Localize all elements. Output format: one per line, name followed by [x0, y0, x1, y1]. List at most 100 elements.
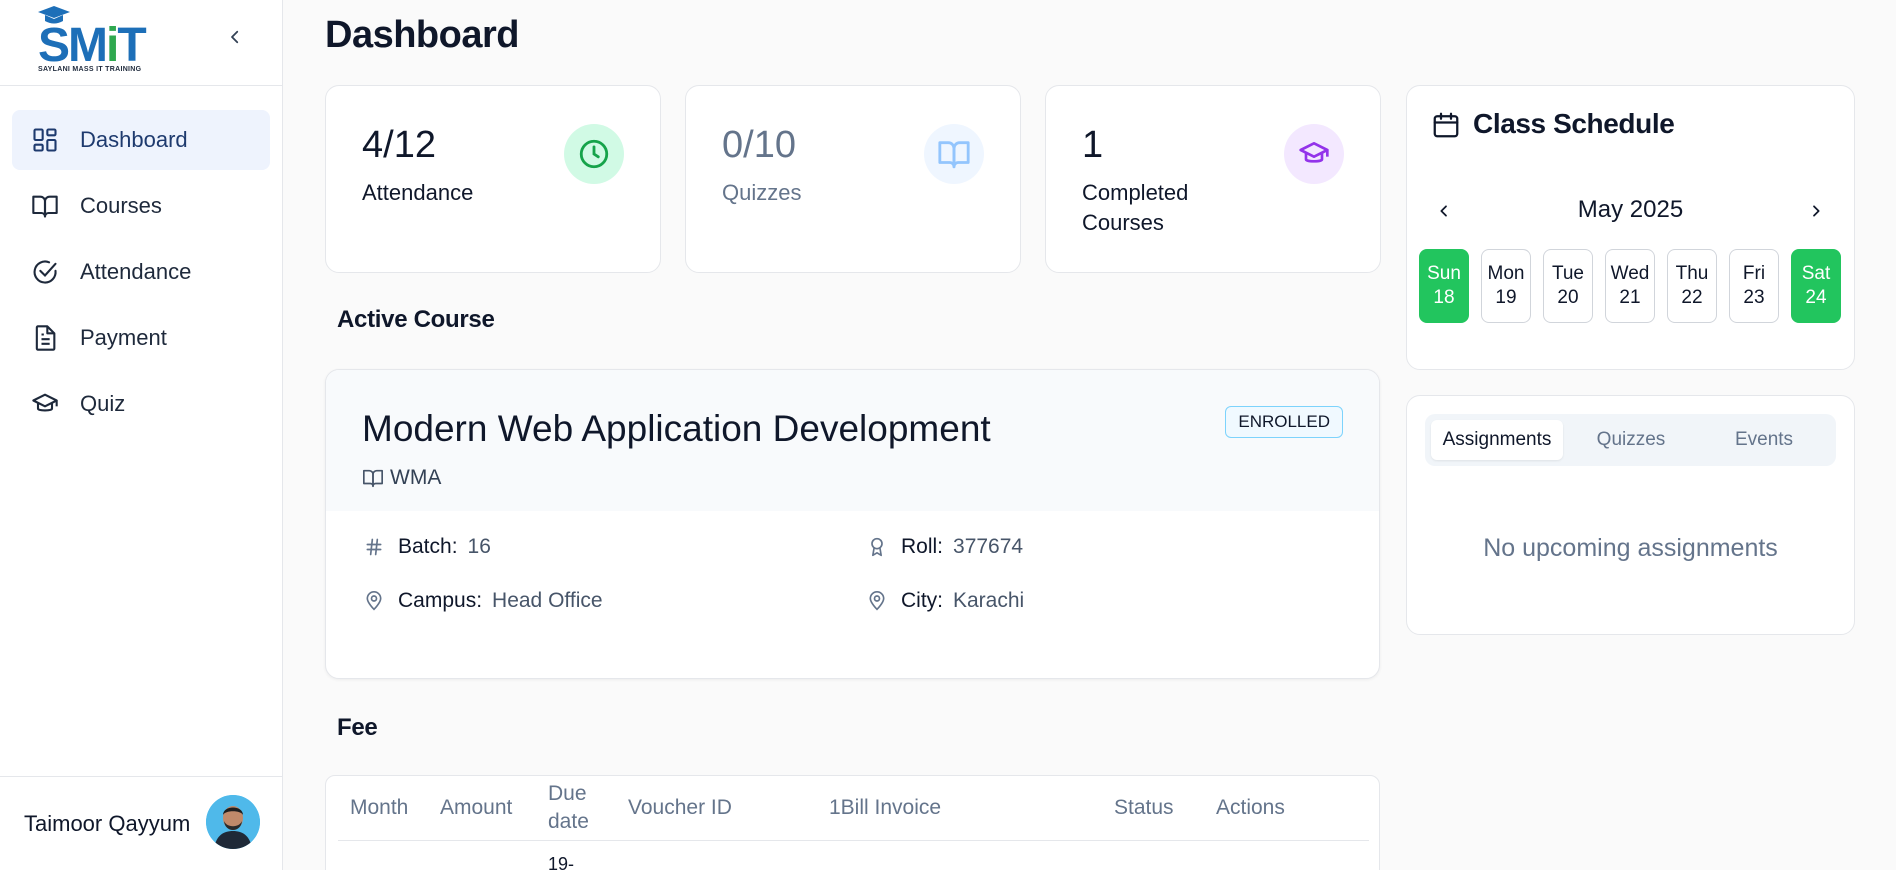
fee-table: Month Amount Due date Voucher ID 1Bill I… — [325, 775, 1380, 870]
day-fri[interactable]: Fri 23 — [1729, 249, 1779, 323]
map-pin-icon — [865, 590, 889, 612]
campus-info: Campus: Head Office — [362, 589, 603, 613]
upcoming-tabs: Assignments Quizzes Events — [1425, 414, 1836, 466]
campus-label: Campus: — [398, 589, 483, 612]
campus-value: Head Office — [492, 589, 603, 612]
dashboard-icon — [30, 125, 60, 155]
course-code-text: WMA — [390, 466, 442, 489]
check-circle-icon — [30, 257, 60, 287]
sidebar-item-label: Quiz — [80, 391, 126, 416]
stat-value: 1 — [1082, 124, 1104, 166]
day-name: Fri — [1742, 263, 1766, 284]
sidebar-item-dashboard[interactable]: Dashboard — [12, 110, 270, 170]
user-profile[interactable]: Taimoor Qayyum — [0, 776, 283, 870]
roll-label: Roll: — [901, 535, 944, 558]
day-date: 21 — [1619, 287, 1641, 308]
sidebar-item-quiz[interactable]: Quiz — [12, 374, 270, 434]
roll-info: Roll: 377674 — [865, 535, 1023, 559]
sidebar: SMiT SAYLANI MASS IT TRAINING Dashboard … — [0, 0, 283, 870]
brand-header: SMiT SAYLANI MASS IT TRAINING — [0, 0, 282, 86]
column-header-status: Status — [1114, 796, 1174, 819]
user-name: Taimoor Qayyum — [24, 810, 191, 836]
day-sat[interactable]: Sat 24 — [1791, 249, 1841, 323]
tab-assignments[interactable]: Assignments — [1431, 420, 1563, 460]
tab-quizzes[interactable]: Quizzes — [1565, 420, 1697, 460]
stat-card-quizzes: 0/10 Quizzes — [685, 85, 1021, 273]
book-open-icon — [924, 124, 984, 184]
day-name: Tue — [1551, 263, 1585, 284]
column-header-voucher-id: Voucher ID — [628, 796, 732, 819]
fee-table-header: Month Amount Due date Voucher ID 1Bill I… — [338, 776, 1369, 841]
sidebar-item-label: Attendance — [80, 259, 192, 284]
table-cell-due-date: 19- — [548, 854, 575, 870]
day-date: 18 — [1433, 287, 1455, 308]
tab-events[interactable]: Events — [1698, 420, 1830, 460]
active-course-heading: Active Course — [337, 306, 495, 333]
empty-state-text: No upcoming assignments — [1483, 534, 1778, 562]
day-date: 22 — [1681, 287, 1703, 308]
clock-icon — [564, 124, 624, 184]
column-header-month: Month — [350, 796, 409, 819]
book-icon — [30, 191, 60, 221]
sidebar-item-label: Payment — [80, 325, 167, 350]
stat-value: 0/10 — [722, 124, 796, 166]
smit-logo[interactable]: SMiT SAYLANI MASS IT TRAINING — [30, 4, 160, 74]
logo-wordmark: SMiT — [38, 19, 147, 72]
book-icon — [362, 467, 384, 489]
active-course-card[interactable]: Modern Web Application Development WMA E… — [325, 369, 1380, 679]
graduation-cap-icon — [1284, 124, 1344, 184]
batch-label: Batch: — [398, 535, 458, 558]
day-date: 19 — [1495, 287, 1517, 308]
graduation-cap-icon — [30, 389, 60, 419]
course-header: Modern Web Application Development WMA E… — [326, 370, 1379, 511]
class-schedule-card: Class Schedule May 2025 Sun 18 Mon 19 Tue 2… — [1406, 85, 1855, 370]
stat-value: 4/12 — [362, 124, 436, 166]
class-schedule-title: Class Schedule — [1473, 108, 1675, 139]
column-header-actions: Actions — [1216, 796, 1285, 819]
sidebar-nav: Dashboard Courses Attendance Payment Qui… — [12, 110, 270, 440]
fee-heading: Fee — [337, 714, 378, 741]
logo-subtitle: SAYLANI MASS IT TRAINING — [38, 66, 142, 73]
batch-info: Batch: 16 — [362, 535, 491, 559]
day-name: Wed — [1610, 263, 1650, 284]
calendar-icon — [1431, 110, 1461, 145]
day-tue[interactable]: Tue 20 — [1543, 249, 1593, 323]
page-title: Dashboard — [325, 14, 519, 56]
month-navigator: May 2025 — [1407, 194, 1854, 228]
sidebar-item-courses[interactable]: Courses — [12, 176, 270, 236]
sidebar-item-payment[interactable]: Payment — [12, 308, 270, 368]
sidebar-item-label: Courses — [80, 193, 162, 218]
chevron-right-icon — [1813, 205, 1820, 217]
week-days: Sun 18 Mon 19 Tue 20 Wed 21 Thu 22 Fri 23 Sat 2… — [1419, 249, 1841, 323]
day-name: Mon — [1487, 263, 1525, 284]
stat-label: Quizzes — [722, 180, 802, 205]
city-label: City: — [901, 589, 943, 612]
stat-card-completed-courses: 1 Completed Courses — [1045, 85, 1381, 273]
day-sun[interactable]: Sun 18 — [1419, 249, 1469, 323]
stat-label: Completed Courses — [1082, 180, 1189, 235]
batch-value: 16 — [467, 535, 491, 558]
hash-icon — [362, 537, 386, 557]
stat-label: Attendance — [362, 180, 474, 205]
city-info: City: Karachi — [865, 589, 1024, 613]
day-name: Thu — [1675, 263, 1709, 284]
city-value: Karachi — [953, 589, 1025, 612]
month-label: May 2025 — [1577, 196, 1684, 223]
upcoming-card: Assignments Quizzes Events No upcoming a… — [1406, 395, 1855, 635]
sidebar-item-attendance[interactable]: Attendance — [12, 242, 270, 302]
day-mon[interactable]: Mon 19 — [1481, 249, 1531, 323]
day-date: 20 — [1557, 287, 1579, 308]
avatar[interactable] — [206, 795, 260, 849]
chevron-left-icon — [231, 30, 239, 44]
next-month-button[interactable] — [1803, 198, 1829, 224]
collapse-sidebar-button[interactable] — [222, 24, 248, 50]
map-pin-icon — [362, 590, 386, 612]
day-thu[interactable]: Thu 22 — [1667, 249, 1717, 323]
document-icon — [30, 323, 60, 353]
column-header-due-date: Due date — [548, 782, 589, 833]
course-code: WMA — [362, 466, 441, 490]
day-name: Sat — [1801, 263, 1831, 284]
status-badge: ENROLLED — [1225, 406, 1343, 438]
day-wed[interactable]: Wed 21 — [1605, 249, 1655, 323]
day-date: 24 — [1805, 287, 1827, 308]
